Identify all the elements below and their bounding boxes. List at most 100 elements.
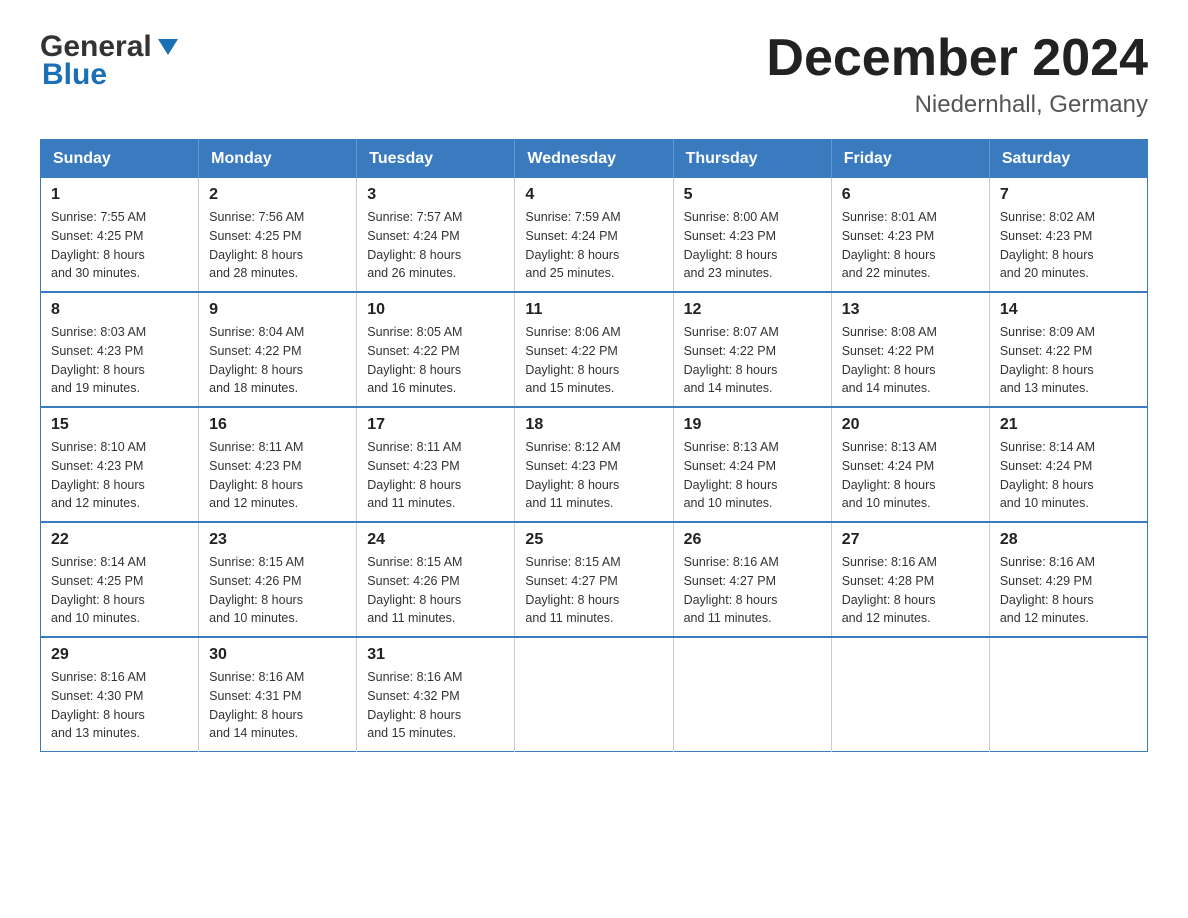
day-number: 17: [367, 416, 504, 434]
day-info: Sunrise: 7:59 AM Sunset: 4:24 PM Dayligh…: [525, 208, 662, 283]
day-number: 10: [367, 301, 504, 319]
calendar-day-cell: 16 Sunrise: 8:11 AM Sunset: 4:23 PM Dayl…: [199, 407, 357, 522]
day-info: Sunrise: 8:01 AM Sunset: 4:23 PM Dayligh…: [842, 208, 979, 283]
calendar-body: 1 Sunrise: 7:55 AM Sunset: 4:25 PM Dayli…: [41, 178, 1148, 752]
calendar-day-cell: [831, 637, 989, 752]
day-info: Sunrise: 7:55 AM Sunset: 4:25 PM Dayligh…: [51, 208, 188, 283]
calendar-day-cell: 28 Sunrise: 8:16 AM Sunset: 4:29 PM Dayl…: [989, 522, 1147, 637]
day-info: Sunrise: 8:15 AM Sunset: 4:26 PM Dayligh…: [367, 553, 504, 628]
day-number: 2: [209, 186, 346, 204]
calendar-week-row: 1 Sunrise: 7:55 AM Sunset: 4:25 PM Dayli…: [41, 178, 1148, 292]
day-info: Sunrise: 8:10 AM Sunset: 4:23 PM Dayligh…: [51, 438, 188, 513]
calendar-day-cell: 11 Sunrise: 8:06 AM Sunset: 4:22 PM Dayl…: [515, 292, 673, 407]
day-number: 18: [525, 416, 662, 434]
page-header: General Blue December 2024 Niedernhall, …: [40, 30, 1148, 119]
day-info: Sunrise: 8:13 AM Sunset: 4:24 PM Dayligh…: [684, 438, 821, 513]
calendar-day-cell: 10 Sunrise: 8:05 AM Sunset: 4:22 PM Dayl…: [357, 292, 515, 407]
day-number: 1: [51, 186, 188, 204]
calendar-day-cell: 20 Sunrise: 8:13 AM Sunset: 4:24 PM Dayl…: [831, 407, 989, 522]
day-info: Sunrise: 8:16 AM Sunset: 4:27 PM Dayligh…: [684, 553, 821, 628]
day-number: 23: [209, 531, 346, 549]
calendar-day-cell: 18 Sunrise: 8:12 AM Sunset: 4:23 PM Dayl…: [515, 407, 673, 522]
day-info: Sunrise: 8:15 AM Sunset: 4:26 PM Dayligh…: [209, 553, 346, 628]
calendar-day-cell: 29 Sunrise: 8:16 AM Sunset: 4:30 PM Dayl…: [41, 637, 199, 752]
calendar-day-cell: 9 Sunrise: 8:04 AM Sunset: 4:22 PM Dayli…: [199, 292, 357, 407]
day-info: Sunrise: 8:16 AM Sunset: 4:29 PM Dayligh…: [1000, 553, 1137, 628]
day-number: 29: [51, 646, 188, 664]
day-info: Sunrise: 8:09 AM Sunset: 4:22 PM Dayligh…: [1000, 323, 1137, 398]
day-info: Sunrise: 8:02 AM Sunset: 4:23 PM Dayligh…: [1000, 208, 1137, 283]
day-number: 24: [367, 531, 504, 549]
day-number: 13: [842, 301, 979, 319]
month-title: December 2024: [766, 30, 1148, 87]
day-number: 26: [684, 531, 821, 549]
day-info: Sunrise: 8:05 AM Sunset: 4:22 PM Dayligh…: [367, 323, 504, 398]
day-info: Sunrise: 8:14 AM Sunset: 4:25 PM Dayligh…: [51, 553, 188, 628]
calendar-day-cell: 31 Sunrise: 8:16 AM Sunset: 4:32 PM Dayl…: [357, 637, 515, 752]
day-number: 4: [525, 186, 662, 204]
location-title: Niedernhall, Germany: [766, 91, 1148, 119]
title-area: December 2024 Niedernhall, Germany: [766, 30, 1148, 119]
calendar-day-cell: 25 Sunrise: 8:15 AM Sunset: 4:27 PM Dayl…: [515, 522, 673, 637]
day-info: Sunrise: 8:04 AM Sunset: 4:22 PM Dayligh…: [209, 323, 346, 398]
day-info: Sunrise: 8:16 AM Sunset: 4:28 PM Dayligh…: [842, 553, 979, 628]
day-info: Sunrise: 8:16 AM Sunset: 4:30 PM Dayligh…: [51, 668, 188, 743]
calendar-day-cell: 27 Sunrise: 8:16 AM Sunset: 4:28 PM Dayl…: [831, 522, 989, 637]
day-number: 25: [525, 531, 662, 549]
calendar-day-cell: 17 Sunrise: 8:11 AM Sunset: 4:23 PM Dayl…: [357, 407, 515, 522]
weekday-header-cell: Sunday: [41, 140, 199, 179]
weekday-header-cell: Thursday: [673, 140, 831, 179]
day-info: Sunrise: 8:16 AM Sunset: 4:32 PM Dayligh…: [367, 668, 504, 743]
day-info: Sunrise: 8:11 AM Sunset: 4:23 PM Dayligh…: [209, 438, 346, 513]
day-number: 28: [1000, 531, 1137, 549]
calendar-day-cell: 6 Sunrise: 8:01 AM Sunset: 4:23 PM Dayli…: [831, 178, 989, 292]
calendar-day-cell: 8 Sunrise: 8:03 AM Sunset: 4:23 PM Dayli…: [41, 292, 199, 407]
calendar-day-cell: 24 Sunrise: 8:15 AM Sunset: 4:26 PM Dayl…: [357, 522, 515, 637]
calendar-table: SundayMondayTuesdayWednesdayThursdayFrid…: [40, 139, 1148, 752]
day-info: Sunrise: 8:11 AM Sunset: 4:23 PM Dayligh…: [367, 438, 504, 513]
calendar-day-cell: 5 Sunrise: 8:00 AM Sunset: 4:23 PM Dayli…: [673, 178, 831, 292]
calendar-week-row: 15 Sunrise: 8:10 AM Sunset: 4:23 PM Dayl…: [41, 407, 1148, 522]
day-number: 9: [209, 301, 346, 319]
calendar-day-cell: 13 Sunrise: 8:08 AM Sunset: 4:22 PM Dayl…: [831, 292, 989, 407]
calendar-day-cell: 22 Sunrise: 8:14 AM Sunset: 4:25 PM Dayl…: [41, 522, 199, 637]
calendar-day-cell: 14 Sunrise: 8:09 AM Sunset: 4:22 PM Dayl…: [989, 292, 1147, 407]
weekday-header-row: SundayMondayTuesdayWednesdayThursdayFrid…: [41, 140, 1148, 179]
day-number: 7: [1000, 186, 1137, 204]
calendar-week-row: 22 Sunrise: 8:14 AM Sunset: 4:25 PM Dayl…: [41, 522, 1148, 637]
calendar-day-cell: 21 Sunrise: 8:14 AM Sunset: 4:24 PM Dayl…: [989, 407, 1147, 522]
day-info: Sunrise: 8:07 AM Sunset: 4:22 PM Dayligh…: [684, 323, 821, 398]
day-info: Sunrise: 8:06 AM Sunset: 4:22 PM Dayligh…: [525, 323, 662, 398]
day-number: 3: [367, 186, 504, 204]
day-number: 14: [1000, 301, 1137, 319]
day-info: Sunrise: 8:13 AM Sunset: 4:24 PM Dayligh…: [842, 438, 979, 513]
day-number: 19: [684, 416, 821, 434]
weekday-header-cell: Tuesday: [357, 140, 515, 179]
calendar-day-cell: [673, 637, 831, 752]
day-info: Sunrise: 8:03 AM Sunset: 4:23 PM Dayligh…: [51, 323, 188, 398]
calendar-week-row: 29 Sunrise: 8:16 AM Sunset: 4:30 PM Dayl…: [41, 637, 1148, 752]
day-number: 11: [525, 301, 662, 319]
day-number: 15: [51, 416, 188, 434]
day-number: 22: [51, 531, 188, 549]
day-info: Sunrise: 8:14 AM Sunset: 4:24 PM Dayligh…: [1000, 438, 1137, 513]
calendar-day-cell: 30 Sunrise: 8:16 AM Sunset: 4:31 PM Dayl…: [199, 637, 357, 752]
weekday-header-cell: Friday: [831, 140, 989, 179]
weekday-header-cell: Monday: [199, 140, 357, 179]
logo-triangle-icon: [154, 33, 182, 61]
day-info: Sunrise: 8:16 AM Sunset: 4:31 PM Dayligh…: [209, 668, 346, 743]
day-number: 12: [684, 301, 821, 319]
calendar-day-cell: [989, 637, 1147, 752]
day-number: 20: [842, 416, 979, 434]
logo: General Blue: [40, 30, 182, 92]
day-number: 8: [51, 301, 188, 319]
day-info: Sunrise: 8:08 AM Sunset: 4:22 PM Dayligh…: [842, 323, 979, 398]
day-info: Sunrise: 7:57 AM Sunset: 4:24 PM Dayligh…: [367, 208, 504, 283]
day-info: Sunrise: 7:56 AM Sunset: 4:25 PM Dayligh…: [209, 208, 346, 283]
day-number: 30: [209, 646, 346, 664]
calendar-day-cell: 19 Sunrise: 8:13 AM Sunset: 4:24 PM Dayl…: [673, 407, 831, 522]
calendar-day-cell: 15 Sunrise: 8:10 AM Sunset: 4:23 PM Dayl…: [41, 407, 199, 522]
calendar-day-cell: 1 Sunrise: 7:55 AM Sunset: 4:25 PM Dayli…: [41, 178, 199, 292]
day-info: Sunrise: 8:00 AM Sunset: 4:23 PM Dayligh…: [684, 208, 821, 283]
calendar-day-cell: [515, 637, 673, 752]
